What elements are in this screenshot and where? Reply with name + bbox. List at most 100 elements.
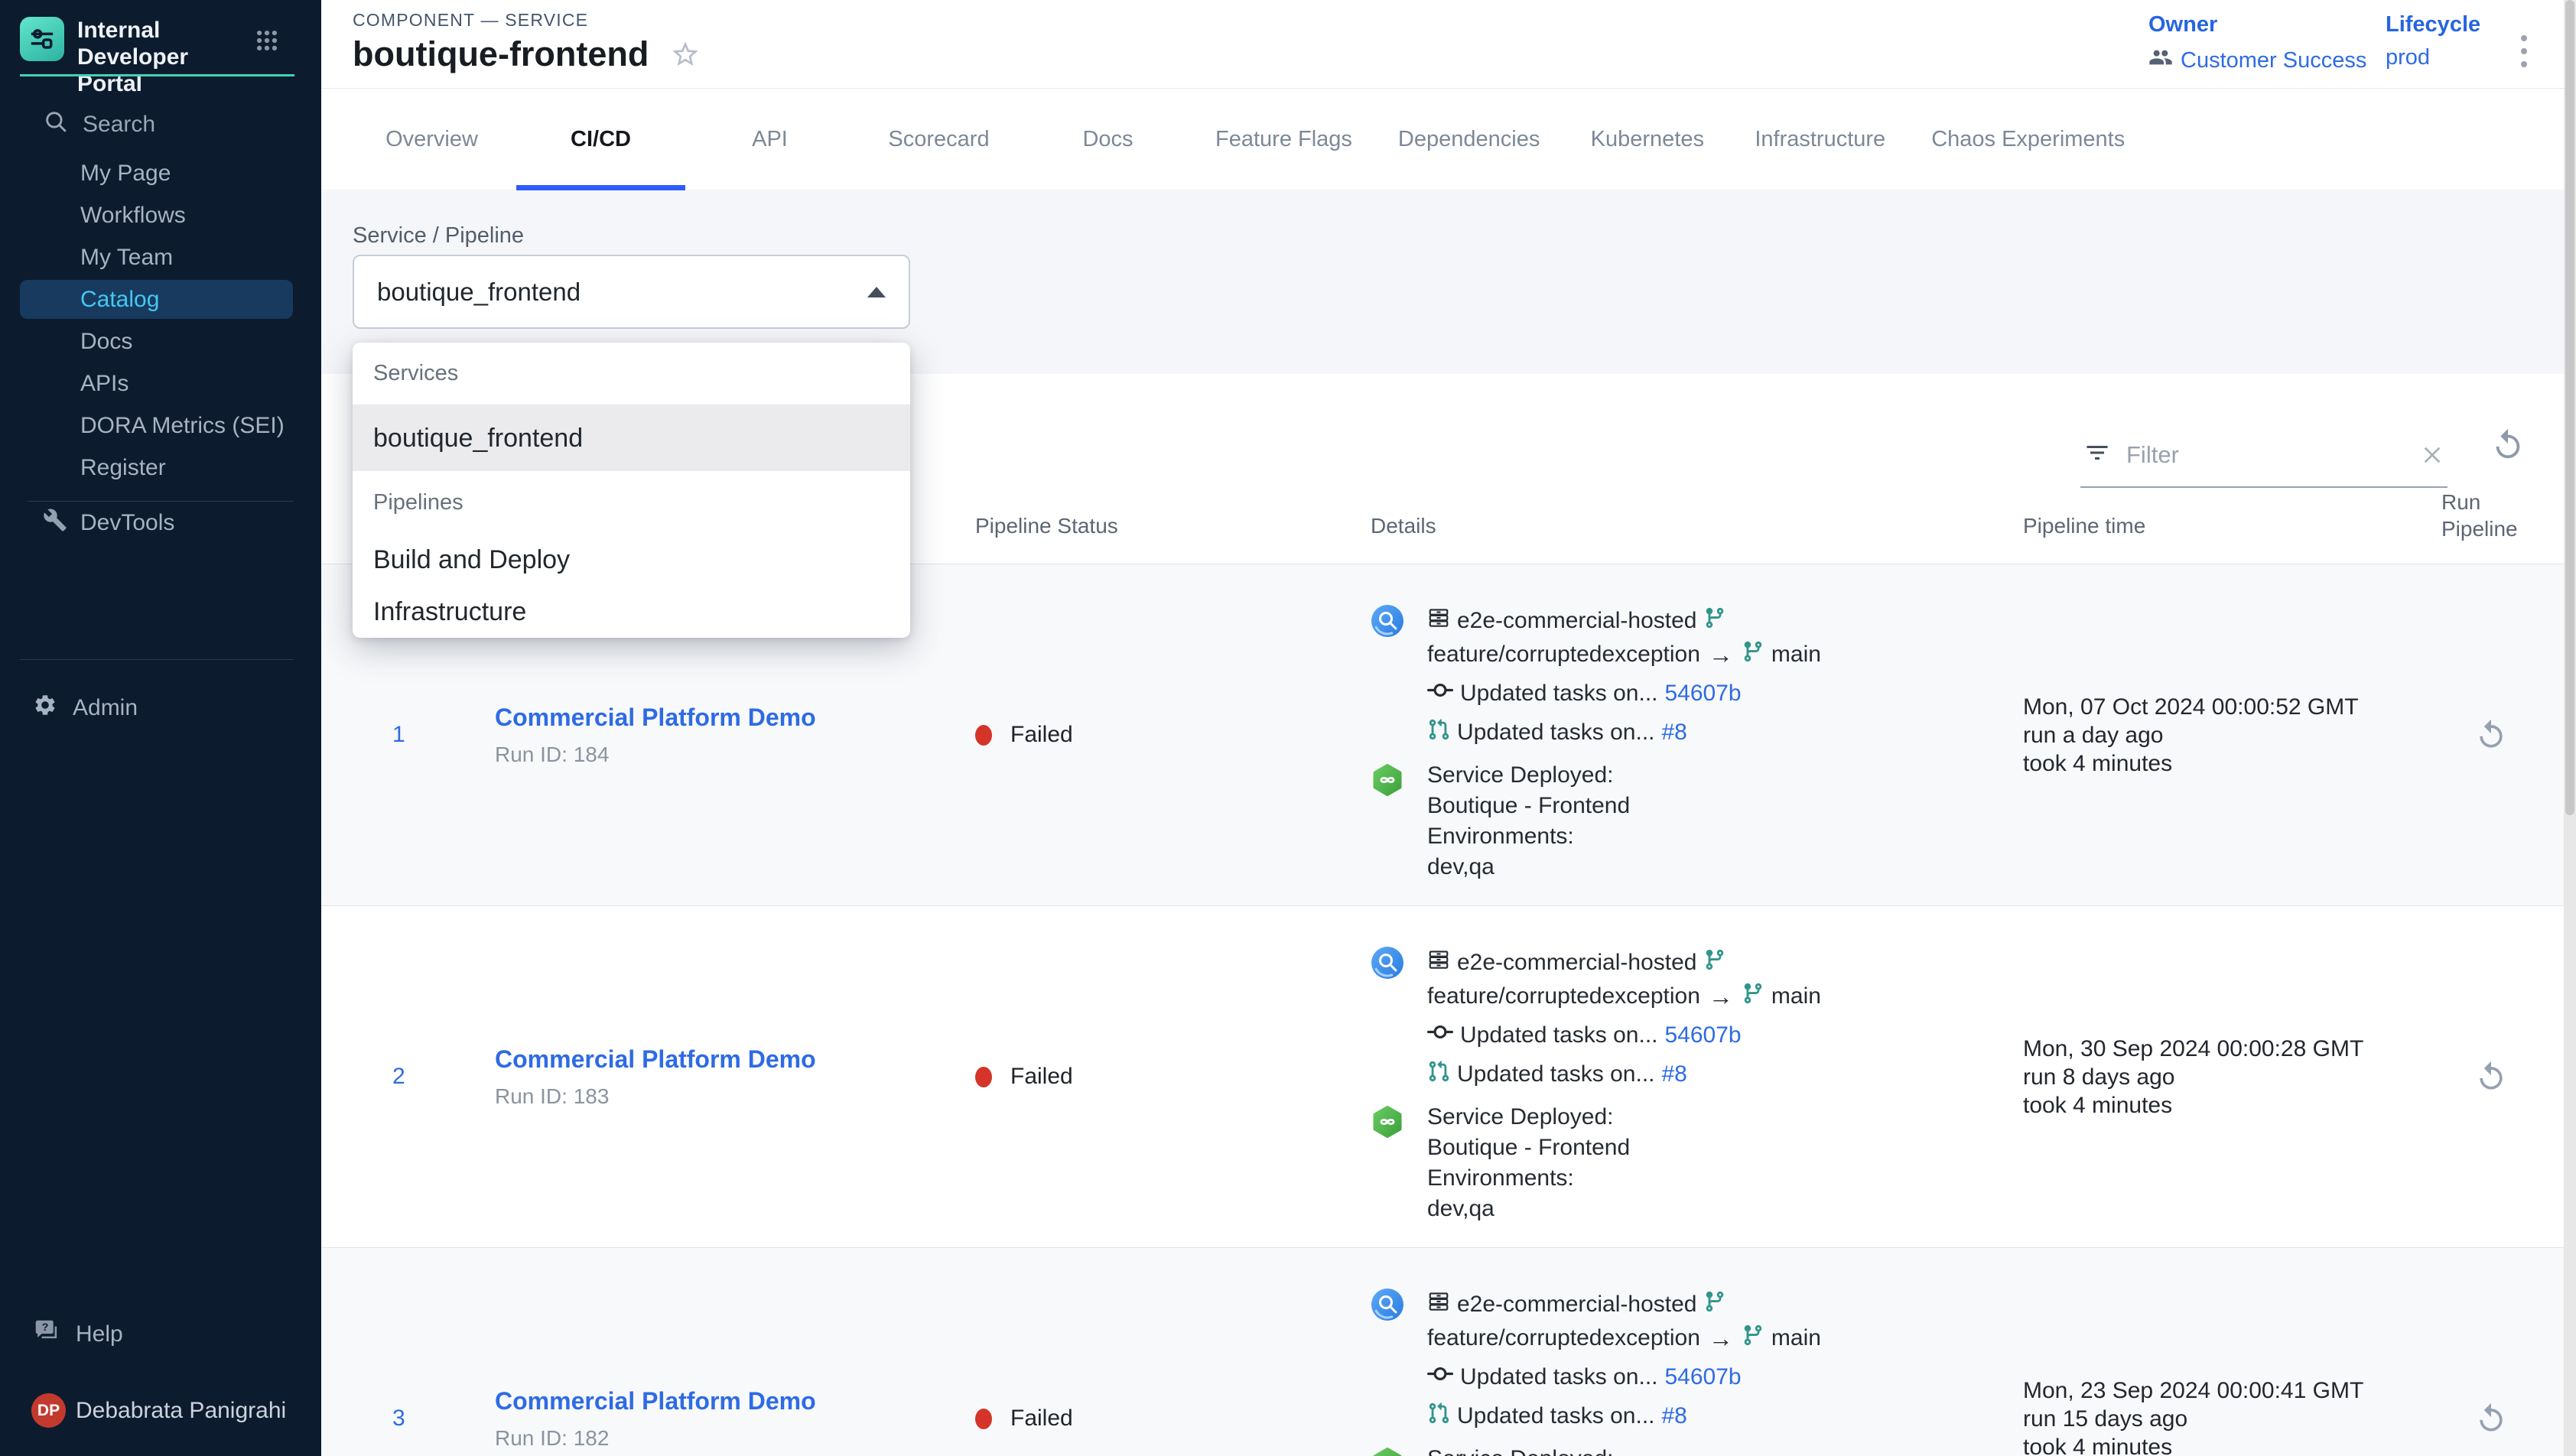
- sidebar-item-docs[interactable]: Docs: [0, 320, 321, 362]
- sidebar-item-devtools[interactable]: DevTools: [0, 502, 321, 544]
- tab-cicd[interactable]: CI/CD: [516, 89, 685, 190]
- arrow-right-icon: →: [1709, 983, 1733, 1011]
- pipeline-name-link[interactable]: Commercial Platform Demo: [495, 1045, 816, 1074]
- sidebar-item-catalog[interactable]: Catalog: [20, 280, 293, 319]
- select-value: boutique_frontend: [377, 278, 581, 307]
- time-ran: run 15 days ago: [2023, 1405, 2363, 1433]
- failed-status-dot: [975, 725, 992, 746]
- sidebar-item-my-page[interactable]: My Page: [0, 152, 321, 194]
- svg-text:?: ?: [42, 1321, 49, 1334]
- entity-tabs: Overview CI/CD API Scorecard Docs Featur…: [321, 89, 2564, 190]
- lifecycle-label: Lifecycle: [2386, 12, 2480, 37]
- sidebar-item-admin[interactable]: Admin: [33, 687, 138, 729]
- repo-name: e2e-commercial-hosted: [1457, 608, 1696, 634]
- details-cell: e2e-commercial-hosted feature/corruptede…: [1371, 604, 1821, 882]
- page-scrollbar[interactable]: [2564, 0, 2576, 1456]
- commit-sha-link[interactable]: 54607b: [1665, 681, 1742, 707]
- dropdown-option-infrastructure[interactable]: Infrastructure: [353, 586, 910, 638]
- tab-docs[interactable]: Docs: [1023, 89, 1192, 190]
- tab-chaos-experiments[interactable]: Chaos Experiments: [1908, 89, 2148, 190]
- details-cell: e2e-commercial-hosted feature/corruptede…: [1371, 1288, 1821, 1456]
- sidebar-item-label: Search: [83, 112, 155, 138]
- time-took: took 4 minutes: [2023, 1091, 2363, 1120]
- repository-icon: [1427, 1290, 1450, 1319]
- column-run-pipeline: Run Pipeline: [2441, 489, 2541, 542]
- environments-label: Environments:: [1427, 821, 1630, 852]
- time-ran: run 8 days ago: [2023, 1063, 2363, 1091]
- run-pipeline-button[interactable]: [2474, 1060, 2508, 1094]
- sidebar-item-help[interactable]: ? Help: [32, 1317, 123, 1352]
- status-label: Failed: [1010, 722, 1073, 748]
- user-name: Debabrata Panigrahi: [76, 1398, 286, 1424]
- tab-scorecard[interactable]: Scorecard: [854, 89, 1023, 190]
- help-chat-icon: ?: [32, 1317, 61, 1352]
- pipeline-name-link[interactable]: Commercial Platform Demo: [495, 1387, 816, 1415]
- table-row: 3 Commercial Platform Demo Run ID: 182 F…: [321, 1248, 2564, 1456]
- tab-overview[interactable]: Overview: [347, 89, 516, 190]
- pr-number-link[interactable]: #8: [1662, 1061, 1687, 1087]
- row-index: 2: [392, 906, 405, 1247]
- deployed-service: Boutique - Frontend: [1427, 1133, 1630, 1163]
- scrollbar-thumb[interactable]: [2565, 0, 2574, 815]
- arrow-right-icon: →: [1709, 1324, 1733, 1353]
- tab-kubernetes[interactable]: Kubernetes: [1563, 89, 1732, 190]
- owner-link[interactable]: Customer Success: [2181, 48, 2366, 73]
- status-label: Failed: [1010, 1406, 1073, 1432]
- sidebar-item-apis[interactable]: APIs: [0, 362, 321, 405]
- source-branch: feature/corruptedexception: [1427, 983, 1700, 1009]
- dropdown-option-boutique-frontend[interactable]: boutique_frontend: [353, 405, 910, 471]
- sidebar-item-my-team[interactable]: My Team: [0, 236, 321, 278]
- time-date: Mon, 23 Sep 2024 00:00:41 GMT: [2023, 1376, 2363, 1405]
- column-pipeline-time: Pipeline time: [2023, 514, 2145, 538]
- tab-infrastructure[interactable]: Infrastructure: [1732, 89, 1908, 190]
- tab-dependencies[interactable]: Dependencies: [1375, 89, 1563, 190]
- pipeline-time-cell: Mon, 30 Sep 2024 00:00:28 GMT run 8 days…: [2023, 906, 2363, 1247]
- sidebar-item-dora-metrics[interactable]: DORA Metrics (SEI): [0, 405, 321, 447]
- git-branch-icon: [1742, 640, 1764, 669]
- sidebar-item-workflows[interactable]: Workflows: [0, 194, 321, 236]
- sidebar-item-register[interactable]: Register: [0, 447, 321, 489]
- run-pipeline-button[interactable]: [2474, 718, 2508, 752]
- more-options-icon[interactable]: [2518, 32, 2530, 70]
- tab-api[interactable]: API: [685, 89, 854, 190]
- commit-sha-link[interactable]: 54607b: [1665, 1364, 1742, 1390]
- gear-icon: [33, 693, 57, 723]
- pr-number-link[interactable]: #8: [1662, 1403, 1687, 1429]
- pr-number-link[interactable]: #8: [1662, 720, 1687, 746]
- pr-message: Updated tasks on...: [1457, 1061, 1655, 1087]
- row-index: 3: [392, 1248, 405, 1456]
- repository-icon: [1427, 948, 1450, 977]
- caret-up-icon: [867, 287, 886, 297]
- app-switcher-icon[interactable]: [254, 28, 280, 56]
- page-title: boutique-frontend: [353, 34, 649, 74]
- favorite-star-icon[interactable]: [670, 39, 701, 70]
- time-took: took 4 minutes: [2023, 1433, 2363, 1456]
- status-label: Failed: [1010, 1064, 1073, 1090]
- arrow-right-icon: →: [1709, 641, 1733, 669]
- user-menu[interactable]: DP Debabrata Panigrahi: [31, 1393, 286, 1428]
- brand: Internal Developer Portal: [20, 17, 239, 97]
- sidebar-item-search[interactable]: Search: [43, 109, 155, 141]
- source-branch: feature/corruptedexception: [1427, 642, 1700, 668]
- run-pipeline-button[interactable]: [2474, 1402, 2508, 1435]
- service-pipeline-select[interactable]: boutique_frontend: [353, 255, 910, 329]
- sidebar-divider: [20, 659, 294, 660]
- deployed-label: Service Deployed:: [1427, 1102, 1630, 1133]
- commit-message: Updated tasks on...: [1460, 1022, 1658, 1048]
- service-pipeline-dropdown: Services boutique_frontend Pipelines Bui…: [353, 343, 910, 638]
- run-id: Run ID: 183: [495, 1084, 816, 1109]
- owner-block: Owner Customer Success: [2148, 12, 2366, 76]
- environments-label: Environments:: [1427, 1163, 1630, 1194]
- tab-feature-flags[interactable]: Feature Flags: [1192, 89, 1375, 190]
- repository-icon: [1427, 606, 1450, 635]
- commit-sha-link[interactable]: 54607b: [1665, 1022, 1742, 1048]
- brand-title: Internal Developer Portal: [77, 17, 239, 97]
- pr-message: Updated tasks on...: [1457, 720, 1655, 746]
- table-body: 1 Commercial Platform Demo Run ID: 184 F…: [321, 564, 2564, 1456]
- ci-stage-icon: [1371, 604, 1404, 749]
- portal-logo-icon: [20, 17, 64, 61]
- time-date: Mon, 07 Oct 2024 00:00:52 GMT: [2023, 693, 2359, 721]
- pipeline-name-link[interactable]: Commercial Platform Demo: [495, 704, 816, 732]
- failed-status-dot: [975, 1067, 992, 1087]
- dropdown-option-build-and-deploy[interactable]: Build and Deploy: [353, 534, 910, 586]
